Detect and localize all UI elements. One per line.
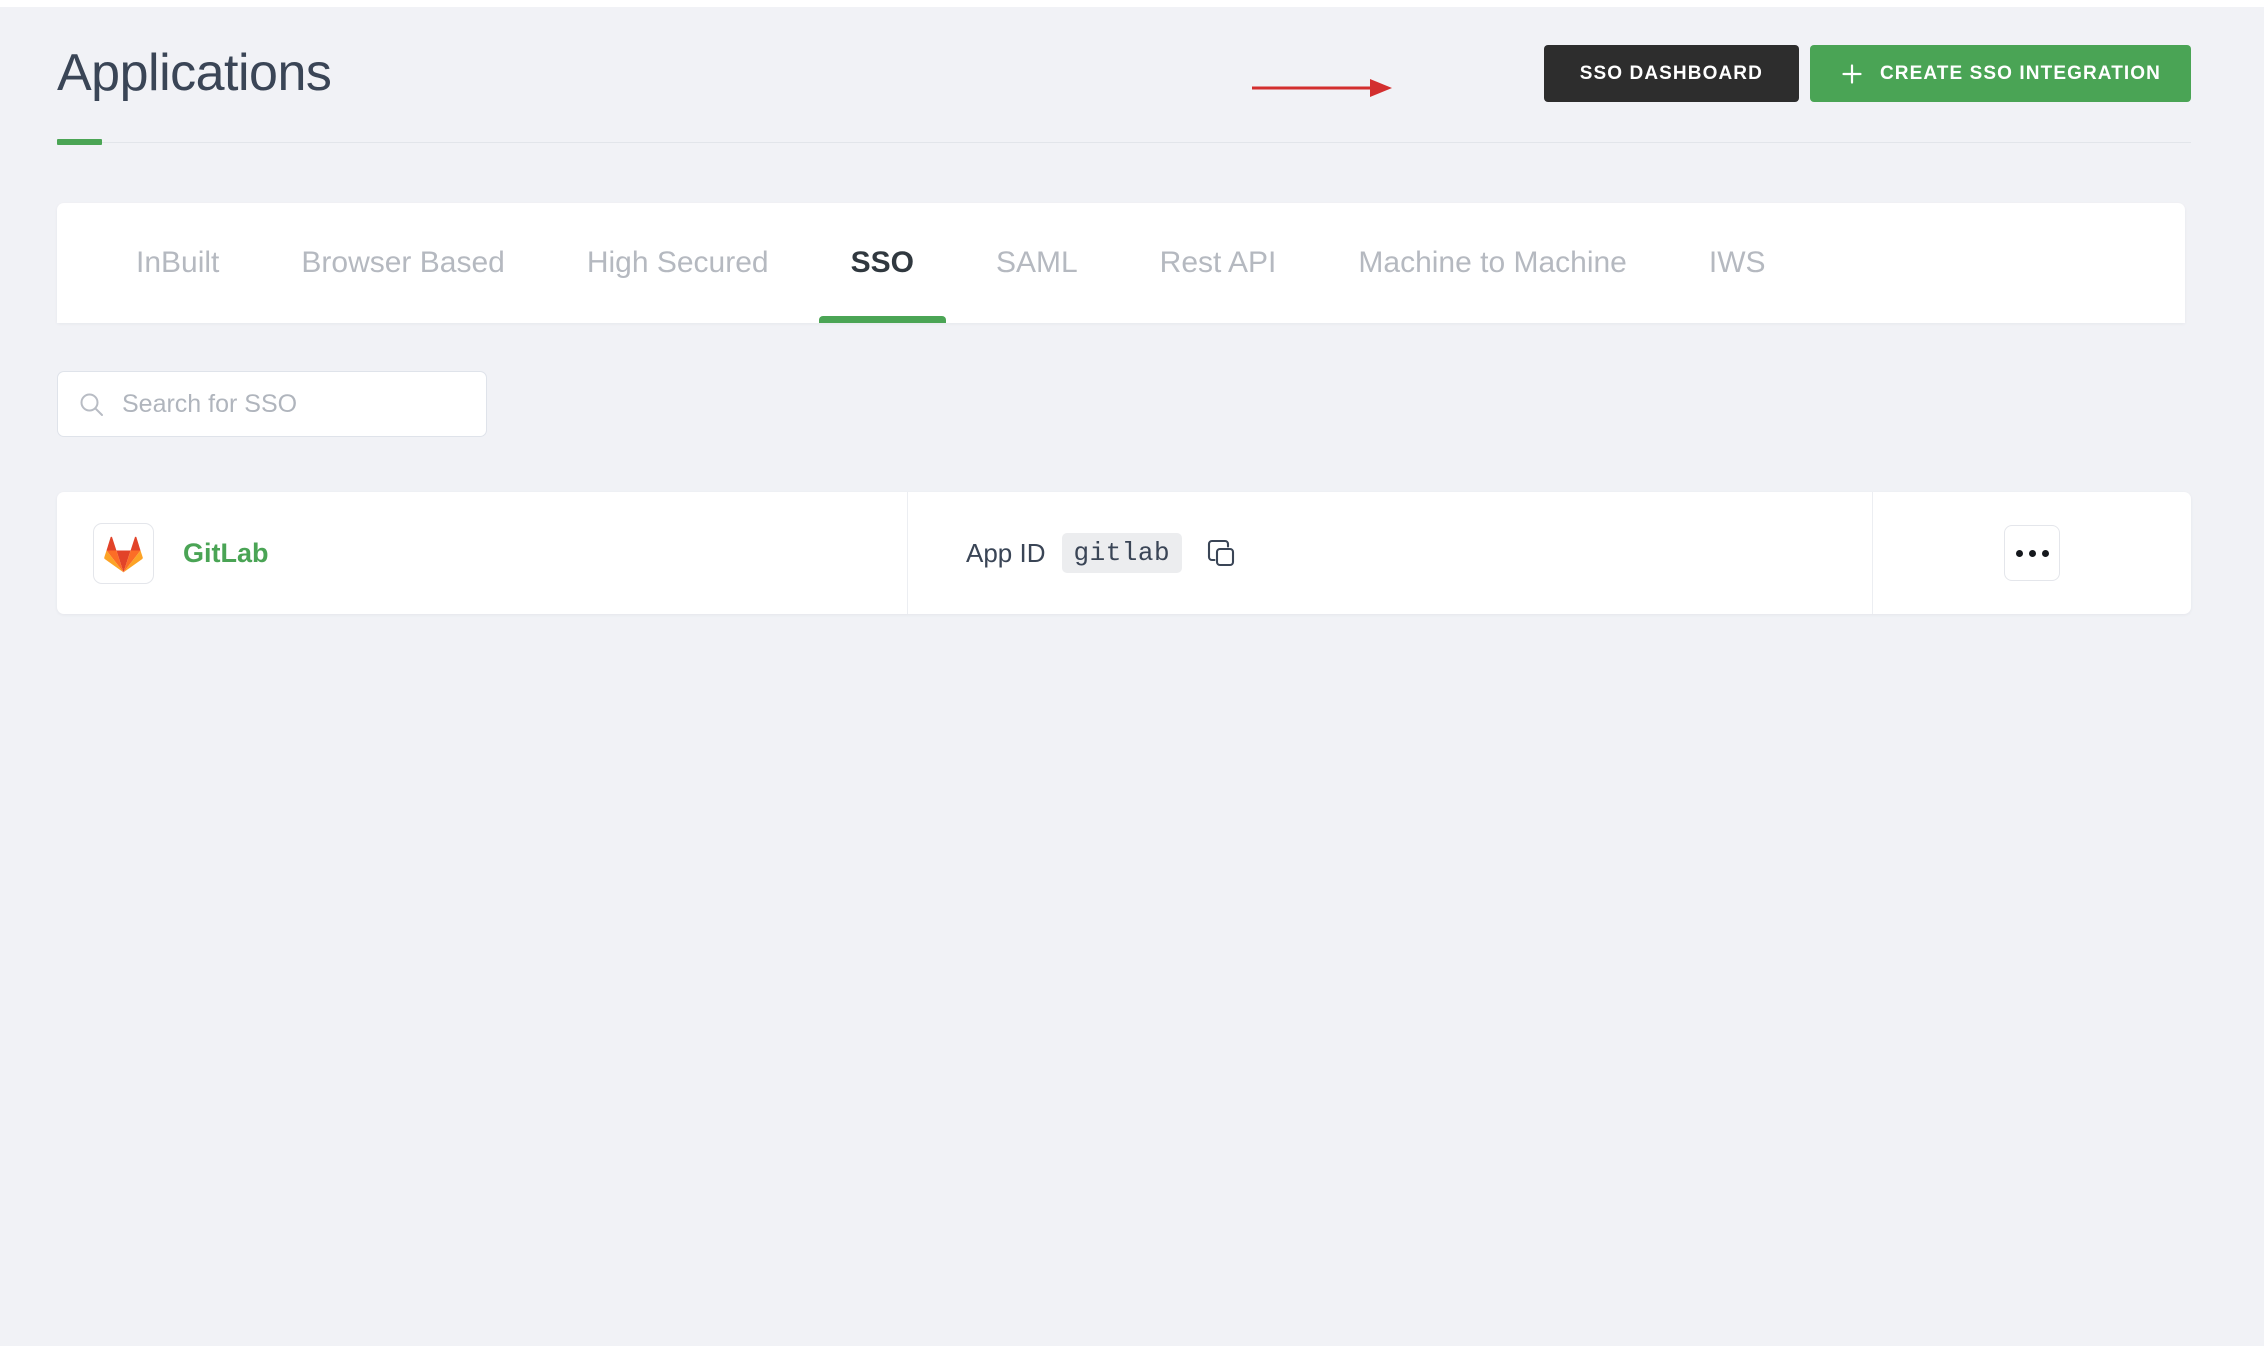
kebab-dot-2: [2028, 549, 2036, 557]
tab-rest-api[interactable]: Rest API: [1119, 203, 1318, 323]
tab-machine-to-machine[interactable]: Machine to Machine: [1317, 203, 1667, 323]
app-id-label: App ID: [966, 537, 1046, 568]
tabs-list: InBuilt Browser Based High Secured SSO S…: [57, 203, 1807, 323]
tabs-card: InBuilt Browser Based High Secured SSO S…: [57, 203, 2185, 323]
sso-dashboard-button-label: SSO DASHBOARD: [1579, 62, 1763, 84]
tab-rest-api-label: Rest API: [1159, 246, 1277, 279]
tab-saml-label: SAML: [995, 246, 1078, 279]
kebab-menu-icon[interactable]: [2004, 525, 2060, 581]
tab-sso-label: SSO: [850, 246, 914, 279]
tab-iws-label: IWS: [1708, 246, 1766, 279]
tab-iws[interactable]: IWS: [1668, 203, 1807, 323]
tab-inbuilt[interactable]: InBuilt: [95, 203, 260, 323]
header-accent-bar: [57, 139, 102, 145]
tab-high-secured-label: High Secured: [586, 246, 769, 279]
search-input[interactable]: [122, 389, 466, 419]
application-cell: GitLab: [57, 492, 908, 614]
tab-inbuilt-label: InBuilt: [136, 246, 220, 279]
create-sso-integration-button[interactable]: CREATE SSO INTEGRATION: [1809, 45, 2191, 102]
plus-icon: [1840, 62, 1864, 86]
kebab-dot-1: [2015, 549, 2023, 557]
gitlab-logo-icon: [93, 522, 154, 584]
sso-dashboard-button[interactable]: SSO DASHBOARD: [1543, 45, 1799, 102]
tab-saml[interactable]: SAML: [955, 203, 1119, 323]
app-id-cell: App ID gitlab: [908, 492, 1873, 614]
page-title: Applications: [57, 44, 332, 102]
row-actions-cell: [1873, 492, 2191, 614]
annotation-arrow-icon: [1252, 79, 1392, 97]
app-id-value: gitlab: [1061, 533, 1183, 573]
header-divider: [57, 142, 2191, 143]
tab-machine-to-machine-label: Machine to Machine: [1358, 246, 1627, 279]
search-icon: [78, 391, 105, 418]
tab-browser-based[interactable]: Browser Based: [260, 203, 545, 323]
search-area: [57, 371, 487, 437]
application-name[interactable]: GitLab: [183, 538, 269, 569]
header-actions: SSO DASHBOARD CREATE SSO INTEGRATION: [1543, 45, 2191, 102]
kebab-dot-3: [2041, 549, 2049, 557]
tab-browser-based-label: Browser Based: [301, 246, 505, 279]
table-row[interactable]: GitLab App ID gitlab: [57, 492, 2191, 614]
search-box[interactable]: [57, 371, 487, 437]
tab-high-secured[interactable]: High Secured: [546, 203, 810, 323]
window-top-strip: [0, 0, 2264, 7]
page-root: Applications SSO DASHBOARD CREATE SSO IN…: [0, 7, 2264, 1346]
page-header: Applications SSO DASHBOARD CREATE SSO IN…: [0, 7, 2264, 148]
create-sso-integration-button-label: CREATE SSO INTEGRATION: [1879, 62, 2161, 84]
copy-icon[interactable]: [1206, 538, 1236, 568]
tab-sso[interactable]: SSO: [810, 203, 955, 323]
